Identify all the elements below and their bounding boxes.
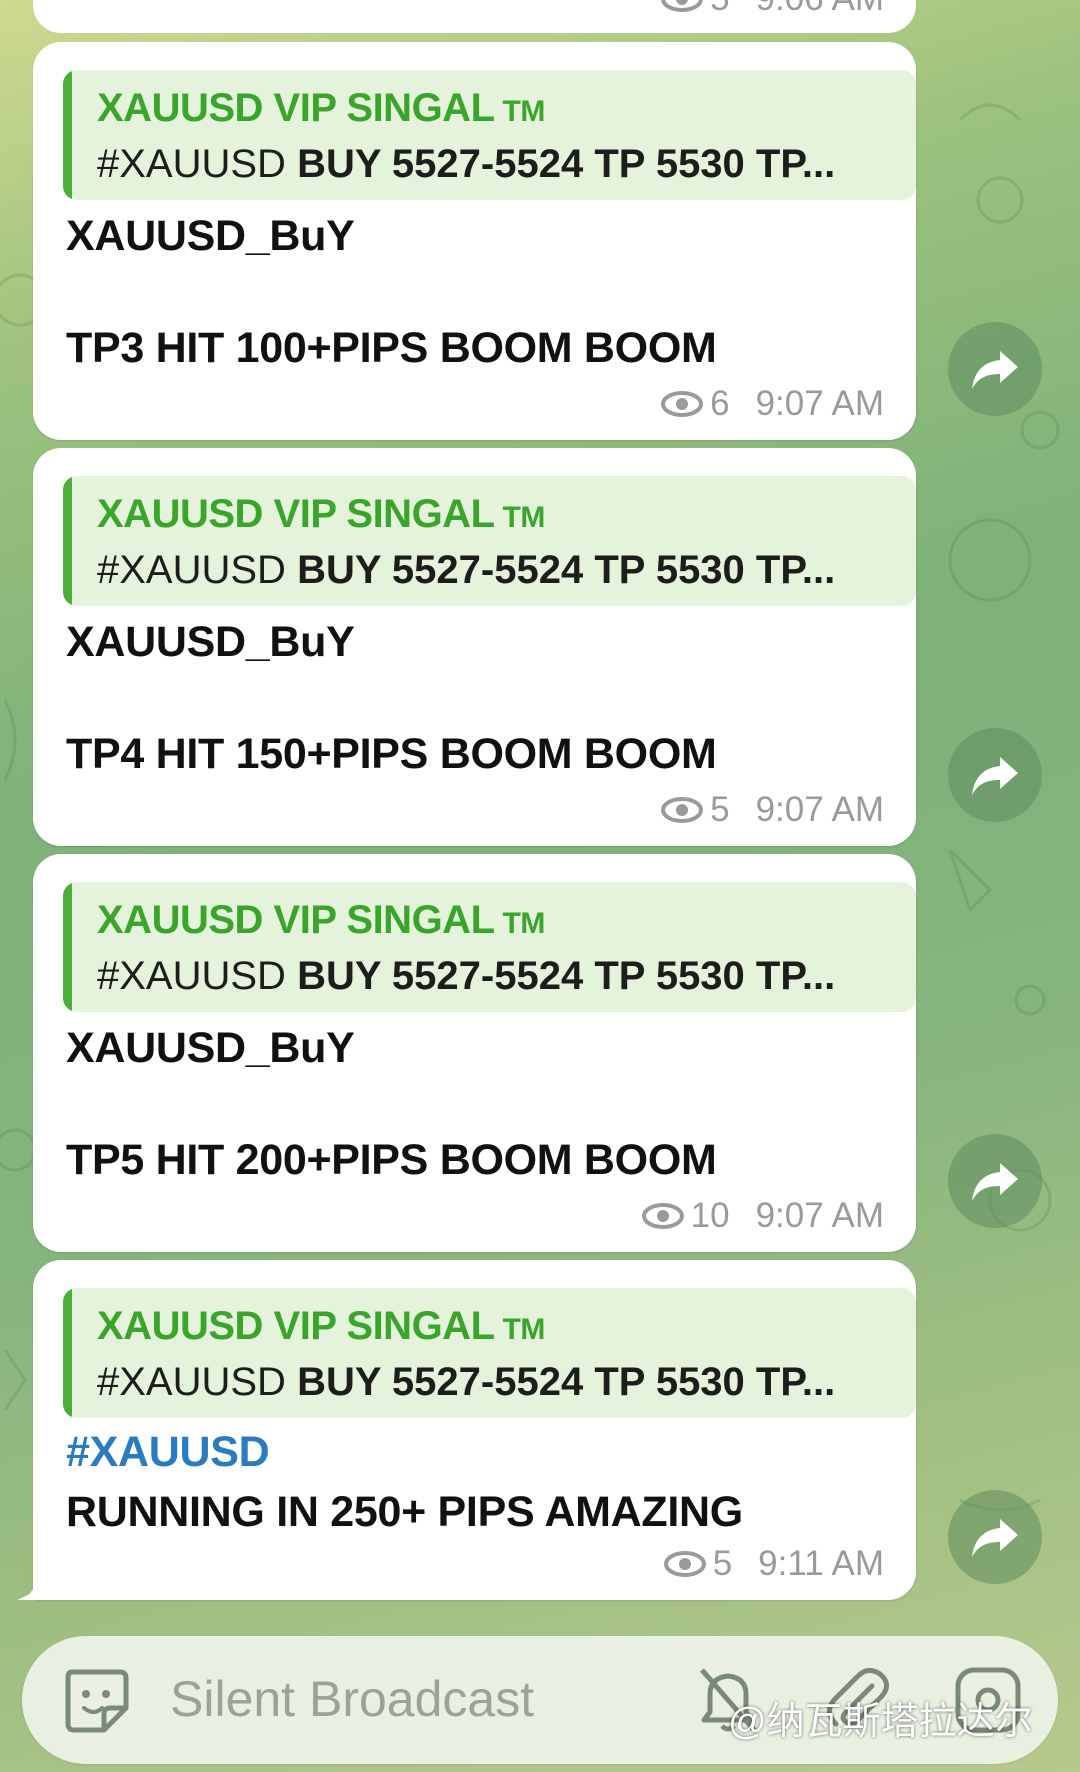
eye-icon bbox=[661, 797, 704, 823]
forward-button[interactable] bbox=[948, 322, 1042, 416]
forward-icon bbox=[972, 1163, 1018, 1201]
hashtag-link[interactable]: #XAUUSD bbox=[66, 1428, 270, 1477]
bubble-tail bbox=[17, 1572, 47, 1600]
watermark-text: @纳瓦斯塔拉达尔 bbox=[728, 1701, 1033, 1743]
message-meta: 5 9:06 AM bbox=[660, 0, 884, 19]
message-bubble[interactable]: XAUUSD VIP SINGAL TM #XAUUSD BUY 5527-552… bbox=[33, 854, 916, 1252]
message-time: 9:07 AM bbox=[755, 790, 884, 829]
reply-title: XAUUSD VIP SINGAL TM bbox=[97, 86, 545, 130]
forward-icon bbox=[972, 1519, 1018, 1557]
forward-icon bbox=[972, 351, 1018, 389]
reply-preview: #XAUUSD BUY 5527-5524 TP 5530 TP... bbox=[97, 142, 836, 186]
reply-preview: #XAUUSD BUY 5527-5524 TP 5530 TP... bbox=[97, 954, 836, 998]
view-count: 5 bbox=[712, 1544, 733, 1583]
message-meta: 6 9:07 AM bbox=[660, 384, 884, 424]
reply-quote[interactable]: XAUUSD VIP SINGAL TM #XAUUSD BUY 5527-552… bbox=[63, 476, 916, 606]
forward-button[interactable] bbox=[948, 728, 1042, 822]
reply-preview: #XAUUSD BUY 5527-5524 TP 5530 TP... bbox=[97, 1360, 836, 1404]
message-bubble[interactable]: XAUUSD VIP SINGAL TM #XAUUSD BUY 5527-552… bbox=[33, 42, 916, 440]
message-text-line: XAUUSD_BuY bbox=[66, 212, 355, 260]
reply-title: XAUUSD VIP SINGAL TM bbox=[97, 1304, 545, 1348]
forward-button[interactable] bbox=[948, 1134, 1042, 1228]
message-text-line: TP3 HIT 100+PIPS BOOM BOOM bbox=[66, 324, 717, 372]
eye-icon bbox=[663, 1551, 706, 1577]
message-meta: 10 9:07 AM bbox=[641, 1196, 884, 1236]
message-time: 9:06 AM bbox=[756, 0, 884, 19]
eye-icon bbox=[641, 1203, 684, 1229]
message-bubble[interactable]: XAUUSD VIP SINGAL TM #XAUUSD BUY 5527-552… bbox=[33, 448, 916, 846]
reply-title: XAUUSD VIP SINGAL TM bbox=[97, 492, 545, 536]
forward-button[interactable] bbox=[948, 1490, 1042, 1584]
reply-quote[interactable]: XAUUSD VIP SINGAL TM #XAUUSD BUY 5527-552… bbox=[63, 70, 916, 200]
message-text-line: TP4 HIT 150+PIPS BOOM BOOM bbox=[66, 730, 717, 778]
message-time: 9:07 AM bbox=[755, 1196, 884, 1235]
message-text-line: XAUUSD_BuY bbox=[66, 1024, 355, 1072]
previous-message-bubble[interactable]: 5 9:06 AM bbox=[33, 0, 916, 33]
view-count: 6 bbox=[710, 384, 730, 423]
message-time: 9:11 AM bbox=[758, 1544, 884, 1583]
reply-quote[interactable]: XAUUSD VIP SINGAL TM #XAUUSD BUY 5527-552… bbox=[63, 882, 916, 1012]
message-text-line: TP5 HIT 200+PIPS BOOM BOOM bbox=[66, 1136, 717, 1184]
reply-accent-bar bbox=[63, 476, 72, 606]
composer-input[interactable]: Silent Broadcast bbox=[170, 1670, 534, 1728]
eye-icon bbox=[661, 0, 704, 12]
eye-icon bbox=[661, 391, 704, 417]
view-count: 5 bbox=[710, 0, 729, 19]
reply-quote[interactable]: XAUUSD VIP SINGAL TM #XAUUSD BUY 5527-552… bbox=[63, 1288, 916, 1418]
reply-preview: #XAUUSD BUY 5527-5524 TP 5530 TP... bbox=[97, 548, 836, 592]
reply-accent-bar bbox=[63, 882, 72, 1012]
message-meta: 5 9:11 AM bbox=[663, 1544, 884, 1584]
view-count: 5 bbox=[710, 790, 730, 829]
reply-accent-bar bbox=[63, 1288, 72, 1418]
message-text-line: RUNNING IN 250+ PIPS AMAZING bbox=[66, 1488, 743, 1536]
message-time: 9:07 AM bbox=[755, 384, 884, 423]
reply-accent-bar bbox=[63, 70, 72, 200]
view-count: 10 bbox=[690, 1196, 730, 1235]
message-text-line: XAUUSD_BuY bbox=[66, 618, 355, 666]
reply-title: XAUUSD VIP SINGAL TM bbox=[97, 898, 545, 942]
message-meta: 5 9:07 AM bbox=[660, 790, 884, 830]
forward-icon bbox=[972, 757, 1018, 795]
message-bubble[interactable]: XAUUSD VIP SINGAL TM #XAUUSD BUY 5527-552… bbox=[17, 1260, 916, 1600]
sticker-icon[interactable] bbox=[60, 1664, 132, 1736]
